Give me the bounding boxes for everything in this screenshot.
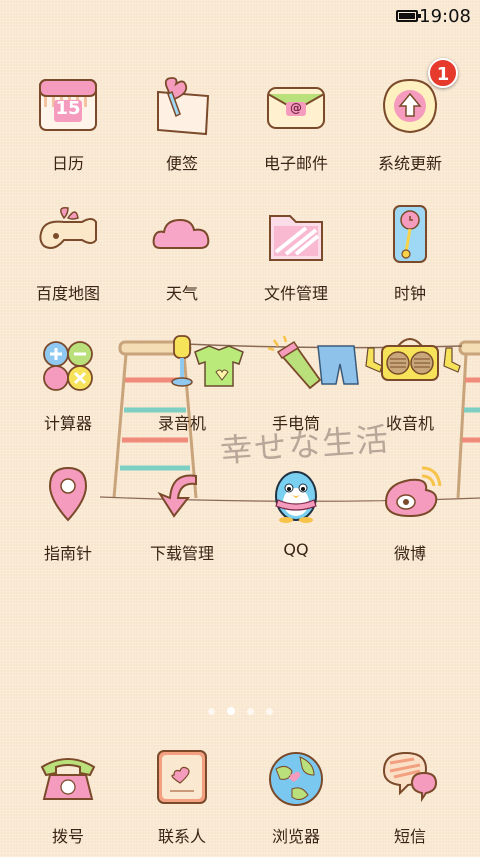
app-qq[interactable]: QQ xyxy=(239,462,353,559)
app-label: 计算器 xyxy=(43,414,92,433)
page-dot-active[interactable] xyxy=(226,707,235,715)
dock-messages[interactable]: 短信 xyxy=(353,745,467,847)
app-label: 拨号 xyxy=(51,827,84,846)
contacts-icon xyxy=(148,745,216,813)
app-label: 指南针 xyxy=(43,544,92,563)
app-radio[interactable]: 收音机 xyxy=(353,332,467,434)
map-icon xyxy=(34,202,102,270)
app-label: 百度地图 xyxy=(35,284,100,303)
app-label: 浏览器 xyxy=(271,827,320,846)
status-clock: 19:08 xyxy=(419,6,471,27)
app-label: 收音机 xyxy=(385,414,434,433)
notes-icon xyxy=(148,72,216,140)
app-recorder[interactable]: 录音机 xyxy=(125,332,239,434)
app-download-manager[interactable]: 下载管理 xyxy=(125,462,239,564)
clock-icon xyxy=(376,202,444,270)
weather-cloud-icon xyxy=(148,202,216,270)
app-label: 联系人 xyxy=(157,827,206,846)
radio-icon xyxy=(376,332,444,400)
dock-phone[interactable]: 拨号 xyxy=(11,745,125,847)
app-label: 便签 xyxy=(165,154,198,173)
app-compass[interactable]: 指南针 xyxy=(11,462,125,564)
notification-badge: 1 xyxy=(428,58,458,88)
app-weibo[interactable]: 微博 xyxy=(353,462,467,564)
page-dot[interactable] xyxy=(265,708,273,715)
app-label: QQ xyxy=(283,540,309,559)
page-indicator[interactable] xyxy=(0,700,480,719)
app-weather[interactable]: 天气 xyxy=(125,202,239,304)
dock-browser[interactable]: 浏览器 xyxy=(239,745,353,847)
app-clock[interactable]: 时钟 xyxy=(353,202,467,304)
app-label: 手电筒 xyxy=(271,414,320,433)
app-calculator[interactable]: 计算器 xyxy=(11,332,125,434)
messages-icon xyxy=(376,745,444,813)
app-label: 微博 xyxy=(393,544,426,563)
recorder-icon xyxy=(148,332,216,400)
app-label: 系统更新 xyxy=(377,154,442,173)
download-arrow-icon xyxy=(148,462,216,530)
weibo-icon xyxy=(376,462,444,530)
app-flashlight[interactable]: 手电筒 xyxy=(239,332,353,434)
app-label: 日历 xyxy=(51,154,84,173)
app-label: 时钟 xyxy=(393,284,426,303)
compass-pin-icon xyxy=(34,462,102,530)
folder-icon xyxy=(262,202,330,270)
app-label: 短信 xyxy=(393,827,426,846)
qq-penguin-icon xyxy=(262,462,330,530)
page-dot[interactable] xyxy=(246,708,254,715)
app-label: 下载管理 xyxy=(149,544,214,563)
app-system-update[interactable]: 1 系统更新 xyxy=(353,58,467,174)
app-label: 电子邮件 xyxy=(263,154,328,173)
app-file-manager[interactable]: 文件管理 xyxy=(239,202,353,304)
app-map[interactable]: 百度地图 xyxy=(11,202,125,304)
calculator-icon xyxy=(34,332,102,400)
email-icon: @ xyxy=(262,72,330,140)
calendar-date: 15 xyxy=(55,98,81,119)
app-label: 文件管理 xyxy=(263,284,328,303)
system-update-icon: 1 xyxy=(376,58,458,140)
app-notes[interactable]: 便签 xyxy=(125,72,239,174)
flashlight-icon xyxy=(262,332,330,400)
app-label: 录音机 xyxy=(157,414,206,433)
battery-icon xyxy=(396,10,421,22)
app-calendar[interactable]: 15 日历 xyxy=(11,72,125,174)
app-label: 天气 xyxy=(165,284,198,303)
phone-icon xyxy=(34,745,102,813)
page-dot[interactable] xyxy=(207,708,215,715)
dock-contacts[interactable]: 联系人 xyxy=(125,745,239,847)
email-at-glyph: @ xyxy=(290,101,302,115)
status-bar: 19:08 xyxy=(0,0,480,34)
browser-globe-icon xyxy=(262,745,330,813)
calendar-icon: 15 xyxy=(34,72,102,140)
app-email[interactable]: @ 电子邮件 xyxy=(239,72,353,174)
